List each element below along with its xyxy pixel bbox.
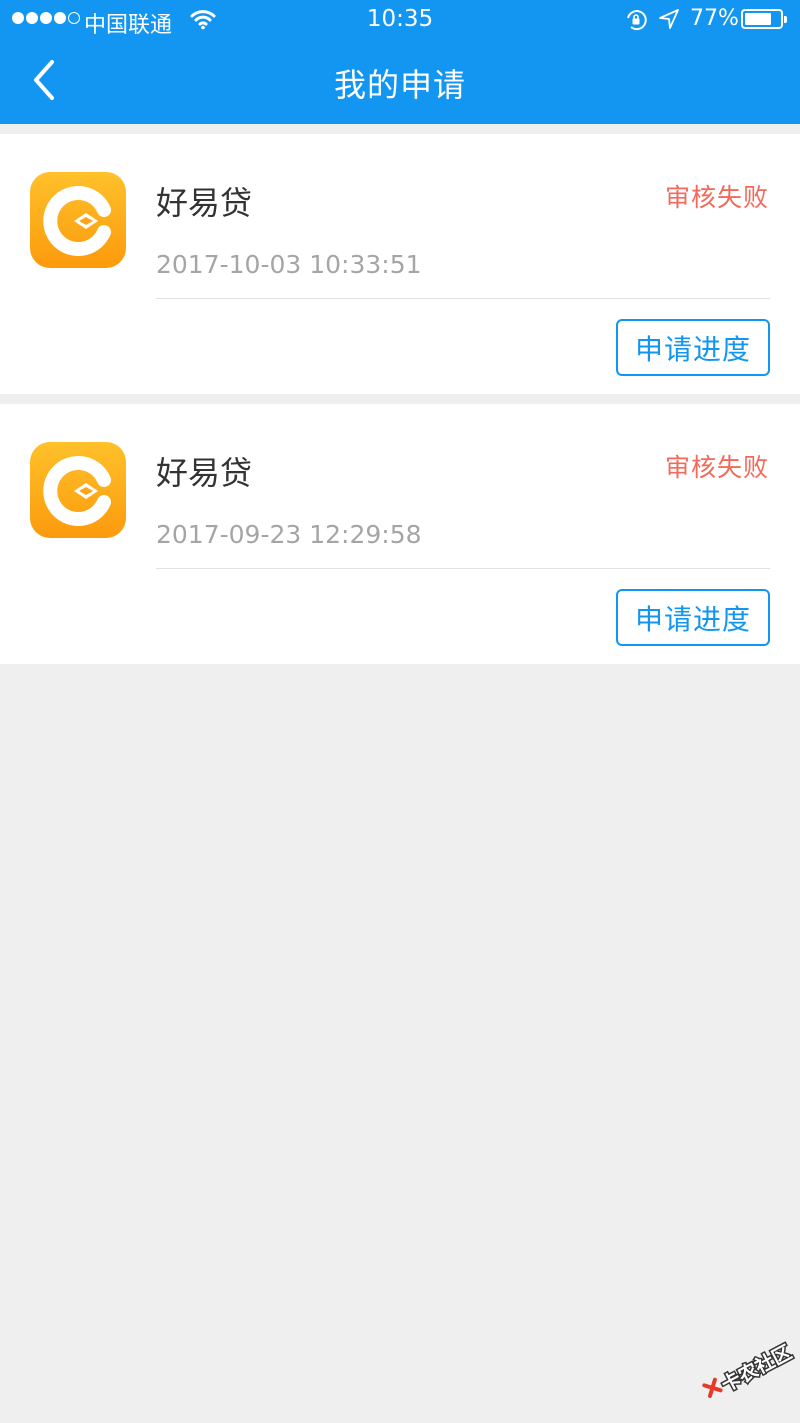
haoyidai-logo-icon [30, 172, 126, 268]
status-time: 10:35 [366, 6, 434, 32]
location-arrow-icon [659, 9, 679, 29]
application-progress-button[interactable]: 申请进度 [616, 589, 770, 646]
battery-icon [741, 9, 787, 29]
application-timestamp: 2017-10-03 10:33:51 [156, 250, 422, 279]
status-bar: 中国联通 10:35 77% [0, 0, 800, 40]
svg-text:卡农社区: 卡农社区 [718, 1340, 796, 1396]
top-bar: 中国联通 10:35 77% 我的申请 [0, 0, 800, 124]
application-card: 好易贷 审核失败 2017-09-23 12:29:58 申请进度 [0, 404, 800, 664]
page-title: 我的申请 [333, 66, 466, 104]
application-progress-button[interactable]: 申请进度 [616, 319, 770, 376]
battery-percent: 77% [690, 6, 739, 31]
status-badge: 审核失败 [664, 453, 769, 482]
application-card: 好易贷 审核失败 2017-10-03 10:33:51 申请进度 [0, 134, 800, 394]
haoyidai-logo-icon [30, 442, 126, 538]
app-name: 好易贷 [156, 184, 253, 222]
app-name: 好易贷 [156, 454, 253, 492]
divider [156, 298, 770, 299]
orientation-lock-icon [627, 10, 647, 31]
application-timestamp: 2017-09-23 12:29:58 [156, 520, 422, 549]
watermark-logo: 卡农社区 [702, 1339, 796, 1398]
divider [156, 568, 770, 569]
status-badge: 审核失败 [664, 183, 769, 212]
